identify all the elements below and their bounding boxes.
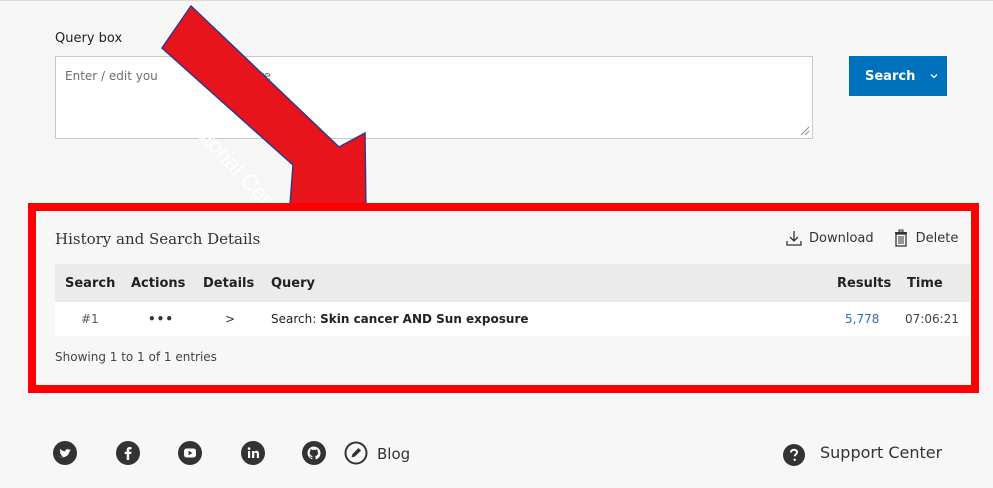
twitter-icon[interactable] [53,441,77,465]
actions-menu-button[interactable]: ••• [148,312,174,326]
column-header-query[interactable]: Query [271,276,315,291]
column-header-actions[interactable]: Actions [131,276,185,291]
search-button[interactable]: Search [849,56,947,96]
column-header-details[interactable]: Details [203,276,254,291]
column-header-search[interactable]: Search [65,276,115,291]
linkedin-icon[interactable] [241,441,265,465]
entries-count: Showing 1 to 1 of 1 entries [55,350,217,364]
trash-icon [894,229,907,247]
query-placeholder-end: here [243,69,271,83]
results-link[interactable]: 5,778 [845,312,879,326]
search-number: #1 [81,312,99,326]
github-icon[interactable] [302,441,326,465]
download-icon [786,231,802,246]
details-expand-button[interactable]: > [225,312,235,326]
resize-grip-icon[interactable] [800,126,810,136]
table-header: Search Actions Details Query Results Tim… [55,264,970,302]
search-button-label: Search [865,68,916,84]
table-row: #1 ••• > Search: Skin cancer AND Sun exp… [55,302,970,336]
blog-link[interactable]: Blog [377,445,410,463]
history-title: History and Search Details [55,230,261,248]
support-center-link[interactable]: Support Center [820,443,942,462]
column-header-results[interactable]: Results [837,276,891,291]
youtube-icon[interactable] [178,441,202,465]
history-actions: Download Delete [785,229,958,247]
facebook-icon[interactable] [116,441,140,465]
help-icon[interactable] [783,444,805,466]
history-table: Search Actions Details Query Results Tim… [55,264,970,336]
query-cell: Search: Skin cancer AND Sun exposure [271,312,529,326]
download-button[interactable]: Download [785,229,874,247]
query-input[interactable]: Enter / edit you here [55,56,813,139]
delete-button[interactable]: Delete [892,229,959,247]
chevron-down-icon[interactable] [929,71,939,81]
query-prefix: Search: [271,312,317,326]
delete-label: Delete [915,230,959,246]
query-placeholder-start: Enter / edit you [65,69,158,83]
query-text: Skin cancer AND Sun exposure [320,312,529,326]
download-label: Download [809,230,874,246]
time-cell: 07:06:21 [905,312,959,326]
query-box-label: Query box [55,31,123,46]
column-header-time[interactable]: Time [907,276,943,291]
blog-icon[interactable] [344,441,368,465]
